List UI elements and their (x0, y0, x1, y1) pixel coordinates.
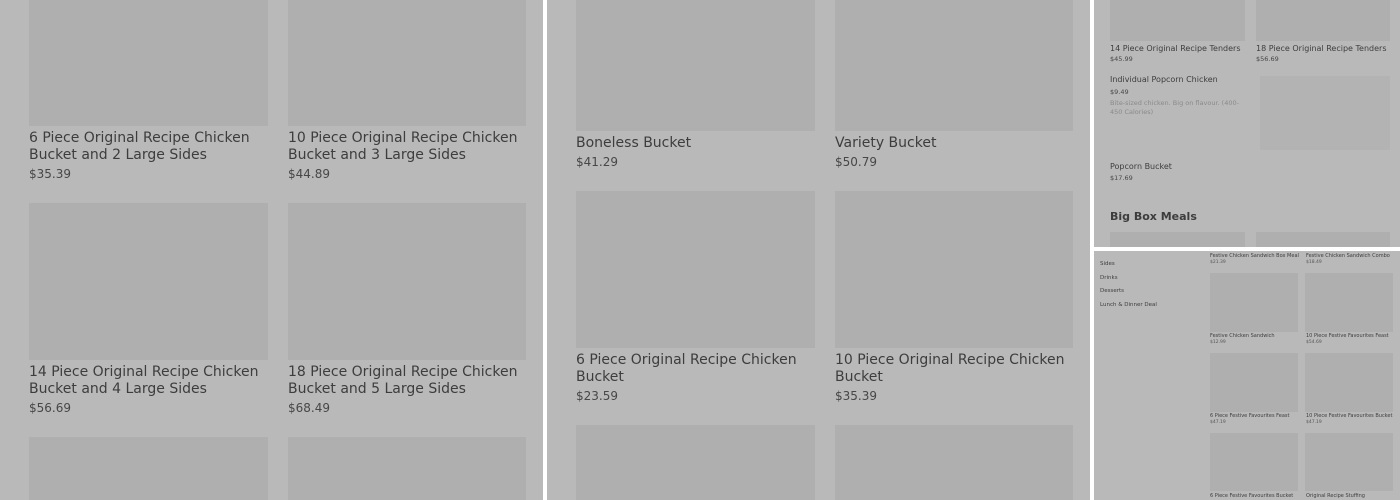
item-name[interactable]: Festive Chicken Sandwich Combo (1306, 253, 1390, 259)
menu-panel-tenders: 14 Piece Original Recipe Tenders $45.99 … (1094, 0, 1400, 247)
item-name[interactable]: 14 Piece Original Recipe Tenders (1110, 44, 1241, 53)
item-name[interactable]: 14 Piece Original Recipe Chicken Bucket … (29, 364, 269, 398)
item-name[interactable]: Festive Chicken Sandwich (1210, 333, 1275, 339)
item-name[interactable]: 10 Piece Original Recipe Chicken Bucket … (288, 130, 528, 164)
item-image[interactable] (29, 203, 268, 360)
item-image[interactable] (1110, 0, 1245, 41)
item-image[interactable] (29, 0, 268, 126)
item-price: $23.59 (576, 389, 618, 403)
category-nav-lunch-dinner-deal[interactable]: Lunch & Dinner Deal (1100, 302, 1157, 308)
item-description: Bite-sized chicken. Big on flavour. (400… (1110, 99, 1239, 116)
item-price: $56.69 (1256, 55, 1279, 63)
item-image[interactable] (835, 191, 1073, 348)
item-name[interactable]: 6 Piece Original Recipe Chicken Bucket (576, 352, 816, 386)
item-price: $47.19 (1210, 420, 1226, 425)
category-nav-sides[interactable]: Sides (1100, 261, 1115, 267)
item-price: $56.69 (29, 401, 71, 415)
category-nav-desserts[interactable]: Desserts (1100, 288, 1124, 294)
item-name[interactable]: Festive Chicken Sandwich Box Meal (1210, 253, 1299, 259)
menu-panel-buckets: Boneless Bucket $41.29 Variety Bucket $5… (547, 0, 1090, 500)
category-nav-drinks[interactable]: Drinks (1100, 275, 1118, 281)
item-price: $41.29 (576, 155, 618, 169)
item-name[interactable]: 6 Piece Original Recipe Chicken Bucket a… (29, 130, 269, 164)
item-image[interactable] (288, 0, 526, 126)
item-image[interactable] (1305, 433, 1393, 491)
item-name[interactable]: 10 Piece Festive Favourites Feast (1306, 333, 1389, 339)
item-price: $47.19 (1306, 420, 1322, 425)
section-heading: Big Box Meals (1110, 210, 1197, 223)
item-price: $50.79 (835, 155, 877, 169)
item-name[interactable]: 10 Piece Festive Favourites Bucket (1306, 413, 1392, 419)
menu-panel-combos: 6 Piece Original Recipe Chicken Bucket a… (0, 0, 543, 500)
item-name[interactable]: 6 Piece Festive Favourites Feast (1210, 413, 1289, 419)
item-image[interactable] (835, 425, 1073, 500)
item-image[interactable] (576, 425, 815, 500)
item-name[interactable]: 6 Piece Festive Favourites Bucket (1210, 493, 1293, 499)
item-image[interactable] (1210, 353, 1298, 412)
item-name[interactable]: Variety Bucket (835, 135, 1075, 152)
item-price: $45.99 (1110, 55, 1133, 63)
item-image[interactable] (576, 0, 815, 131)
item-name[interactable]: Individual Popcorn Chicken (1110, 75, 1218, 84)
item-price: $68.49 (288, 401, 330, 415)
item-image[interactable] (1110, 232, 1245, 247)
item-image[interactable] (288, 203, 526, 360)
item-name[interactable]: Boneless Bucket (576, 135, 816, 152)
item-price: $44.89 (288, 167, 330, 181)
item-price: $54.69 (1306, 340, 1322, 345)
item-image[interactable] (29, 437, 268, 500)
item-name[interactable]: Popcorn Bucket (1110, 162, 1172, 171)
item-price: $9.49 (1110, 88, 1129, 96)
item-price: $35.39 (29, 167, 71, 181)
item-price: $17.69 (1110, 174, 1133, 182)
item-name[interactable]: 18 Piece Original Recipe Chicken Bucket … (288, 364, 528, 398)
item-image[interactable] (1210, 273, 1298, 332)
item-image[interactable] (1210, 433, 1298, 491)
item-image[interactable] (1305, 273, 1393, 332)
menu-panel-festive: Sides Drinks Desserts Lunch & Dinner Dea… (1094, 251, 1400, 500)
item-price: $21.39 (1210, 260, 1226, 265)
item-image[interactable] (1305, 353, 1393, 412)
item-name[interactable]: Original Recipe Stuffing (1306, 493, 1365, 499)
item-image[interactable] (1256, 0, 1390, 41)
item-image[interactable] (835, 0, 1073, 131)
item-image[interactable] (576, 191, 815, 348)
item-name[interactable]: 18 Piece Original Recipe Tenders (1256, 44, 1387, 53)
item-price: $35.39 (835, 389, 877, 403)
item-name[interactable]: 10 Piece Original Recipe Chicken Bucket (835, 352, 1075, 386)
item-image[interactable] (1260, 76, 1390, 150)
item-price: $18.49 (1306, 260, 1322, 265)
item-image[interactable] (1256, 232, 1390, 247)
item-image[interactable] (288, 437, 526, 500)
item-price: $12.99 (1210, 340, 1226, 345)
